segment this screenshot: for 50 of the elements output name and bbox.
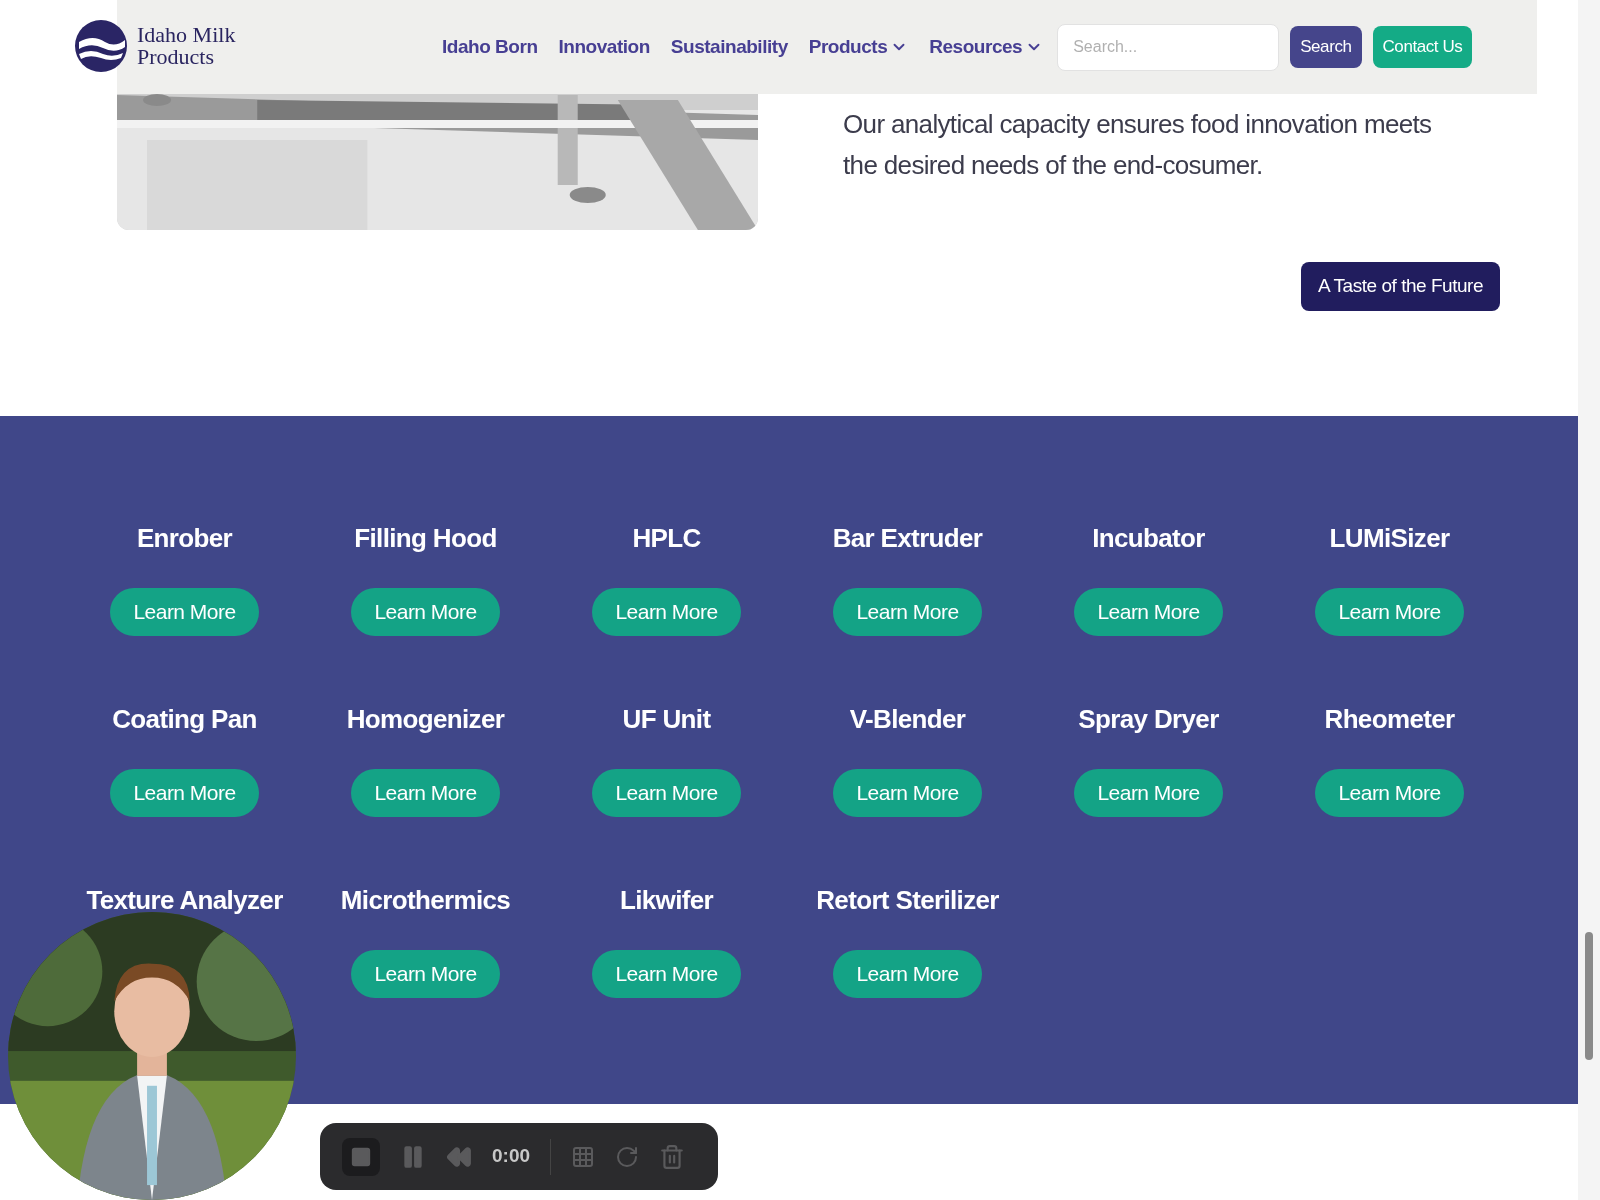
- stop-icon: [350, 1145, 372, 1168]
- equipment-name: Homogenizer: [346, 704, 505, 734]
- equipment-name: HPLC: [632, 523, 701, 553]
- learn-more-button[interactable]: Learn More: [592, 588, 741, 636]
- logo-text: Products: [137, 46, 215, 68]
- nav-link[interactable]: Innovation: [558, 32, 650, 62]
- equipment-name: Filling Hood: [354, 523, 497, 553]
- learn-more-button[interactable]: Learn More: [351, 769, 500, 817]
- search-button[interactable]: Search: [1290, 26, 1362, 68]
- intro-text: Our analytical capacity ensures food innovation meets the desired needs of the end-cosumer.: [843, 108, 1433, 182]
- learn-more-button[interactable]: Learn More: [833, 588, 982, 636]
- delete-icon[interactable]: [659, 1143, 686, 1170]
- equipment-name: Enrober: [136, 523, 233, 553]
- equipment-name: Incubator: [1092, 523, 1205, 553]
- learn-more-button[interactable]: Learn More: [592, 769, 741, 817]
- equipment-name: Rheometer: [1324, 704, 1455, 734]
- grid-icon[interactable]: [571, 1144, 596, 1169]
- equipment-name: Likwifer: [619, 885, 714, 915]
- taste-future-button[interactable]: A Taste of the Future: [1301, 262, 1500, 311]
- equipment-name: V-Blender: [849, 704, 966, 734]
- learn-more-button[interactable]: Learn More: [1074, 588, 1223, 636]
- learn-more-button[interactable]: Learn More: [1315, 769, 1464, 817]
- learn-more-button[interactable]: Learn More: [833, 950, 982, 998]
- learn-more-button[interactable]: Learn More: [110, 769, 259, 817]
- equipment-name: Microthermics: [340, 885, 511, 915]
- learn-more-button[interactable]: Learn More: [1074, 769, 1223, 817]
- equipment-name: Retort Sterilizer: [816, 885, 999, 915]
- nav-link[interactable]: Products: [808, 32, 909, 62]
- equipment-name: LUMiSizer: [1329, 523, 1450, 553]
- nav-link[interactable]: Sustainability: [670, 32, 788, 62]
- contact-button[interactable]: Contact Us: [1372, 26, 1473, 68]
- equipment-name: Bar Extruder: [832, 523, 983, 553]
- equipment-name: Texture Analyzer: [86, 885, 283, 915]
- learn-more-button[interactable]: Learn More: [351, 588, 500, 636]
- logo-icon: [75, 20, 127, 72]
- equipment-name: UF Unit: [622, 704, 711, 734]
- learn-more-button[interactable]: Learn More: [110, 588, 259, 636]
- equipment-name: Spray Dryer: [1078, 704, 1219, 734]
- search-field[interactable]: Search...: [1057, 23, 1280, 71]
- recording-time: 0:00: [492, 1144, 531, 1169]
- equipment-name: Coating Pan: [112, 704, 257, 734]
- learn-more-button[interactable]: Learn More: [351, 950, 500, 998]
- learn-more-button[interactable]: Learn More: [833, 769, 982, 817]
- stop-button[interactable]: [342, 1137, 380, 1176]
- logo-text: Idaho Milk: [137, 24, 236, 46]
- nav-link[interactable]: Resources: [929, 32, 1044, 62]
- nav-link[interactable]: Idaho Born: [442, 32, 538, 62]
- learn-more-button[interactable]: Learn More: [592, 950, 741, 998]
- learn-more-button[interactable]: Learn More: [1315, 588, 1464, 636]
- restart-icon[interactable]: [615, 1144, 640, 1169]
